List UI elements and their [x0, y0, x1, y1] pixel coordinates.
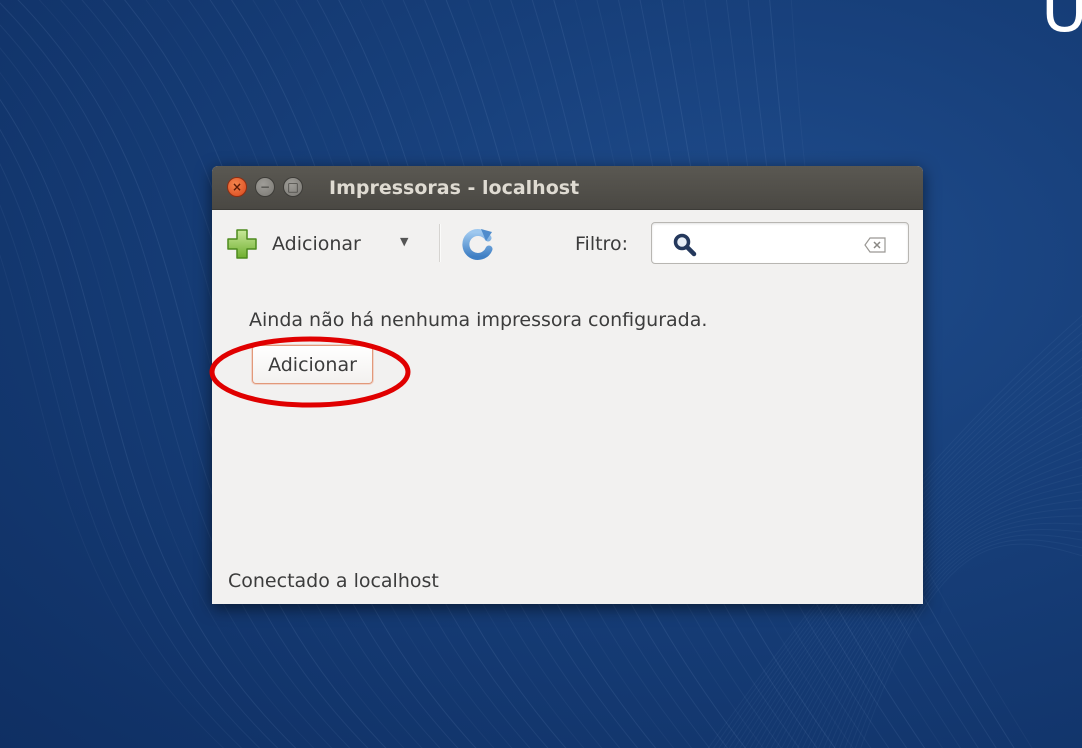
- toolbar-separator: [439, 224, 441, 262]
- close-icon: ×: [231, 180, 243, 194]
- close-window-button[interactable]: ×: [227, 177, 247, 197]
- empty-state-message: Ainda não há nenhuma impressora configur…: [249, 309, 708, 331]
- plus-icon: [227, 229, 257, 259]
- add-printer-button[interactable]: Adicionar: [252, 345, 373, 384]
- connection-status: Conectado a localhost: [228, 570, 439, 592]
- minimize-icon: −: [259, 180, 271, 194]
- printer-list-area: Ainda não há nenhuma impressora configur…: [212, 276, 923, 566]
- clear-icon[interactable]: [864, 237, 886, 253]
- chevron-down-icon[interactable]: ▼: [400, 235, 408, 248]
- add-printer-toolbar-button[interactable]: Adicionar: [226, 226, 361, 262]
- filter-input[interactable]: [708, 229, 862, 259]
- maximize-icon: □: [287, 180, 299, 194]
- filter-field[interactable]: [651, 222, 909, 264]
- maximize-window-button[interactable]: □: [283, 177, 303, 197]
- toolbar: Adicionar ▼ Filtro:: [212, 210, 923, 276]
- desktop-background: U × − □ Impressoras - localhost Adiciona…: [0, 0, 1082, 748]
- window-title: Impressoras - localhost: [329, 177, 580, 199]
- search-icon: [673, 233, 697, 257]
- printers-window: × − □ Impressoras - localhost Adicionar …: [212, 166, 923, 604]
- add-toolbar-label: Adicionar: [272, 233, 361, 255]
- window-titlebar[interactable]: × − □ Impressoras - localhost: [212, 166, 923, 210]
- status-bar: Conectado a localhost: [212, 566, 923, 604]
- corner-logo-fragment: U: [1041, 0, 1082, 47]
- refresh-icon[interactable]: [461, 227, 495, 261]
- filter-label: Filtro:: [575, 233, 628, 255]
- minimize-window-button[interactable]: −: [255, 177, 275, 197]
